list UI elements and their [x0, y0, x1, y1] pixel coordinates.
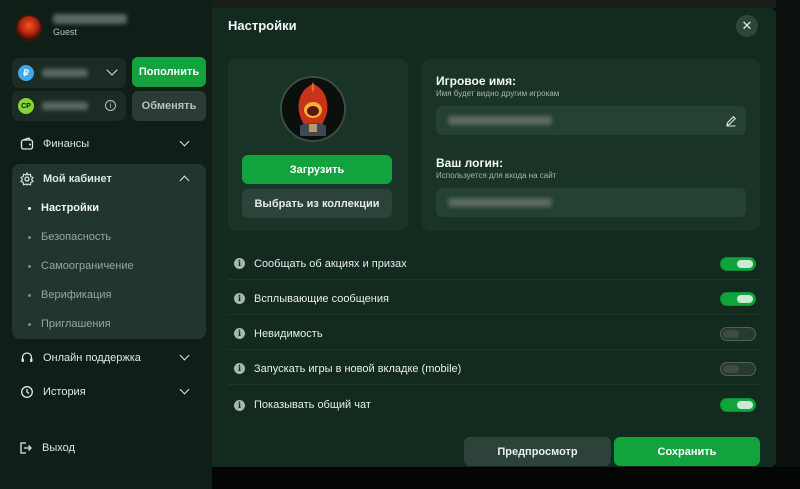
cp-coin-icon: CP — [18, 98, 34, 114]
nav-support-label: Онлайн поддержка — [43, 352, 141, 364]
toggle-knob — [737, 295, 753, 303]
info-icon[interactable]: i — [234, 293, 245, 304]
wallet-cp-amount-obscured — [42, 102, 88, 110]
toggle-knob — [737, 401, 753, 409]
bullet-icon — [28, 264, 31, 268]
chevron-up-icon — [179, 175, 190, 186]
toggle-switch-invisibility[interactable] — [720, 327, 756, 341]
wallet-cp: CP i — [12, 91, 126, 121]
login-field — [436, 188, 746, 217]
settings-modal: Настройки ✕ Загрузить Выбрать из коллекц… — [212, 8, 776, 467]
topup-button[interactable]: Пополнить — [132, 57, 206, 87]
nav-finance[interactable]: Финансы — [12, 129, 206, 159]
cabinet-item-label: Самоограничение — [41, 260, 134, 272]
wallet-icon — [20, 137, 34, 151]
toggle-switch-promotions[interactable] — [720, 257, 756, 271]
background-right — [776, 0, 800, 489]
game-name-value-obscured — [448, 116, 552, 125]
logout-button[interactable]: Выход — [18, 441, 75, 455]
info-icon[interactable]: i — [234, 399, 245, 411]
avatar-card: Загрузить Выбрать из коллекции — [228, 59, 408, 231]
toggle-knob — [737, 260, 753, 268]
game-name-label: Игровое имя: — [436, 74, 517, 88]
toggle-knob — [723, 365, 739, 373]
info-icon[interactable]: i — [234, 328, 245, 339]
toggle-label: Показывать общий чат — [254, 399, 371, 411]
cabinet-item-verification[interactable]: Верификация — [28, 289, 112, 301]
history-icon — [20, 385, 34, 399]
cabinet-item-label: Верификация — [41, 289, 112, 301]
preview-button[interactable]: Предпросмотр — [464, 437, 611, 466]
nav-history[interactable]: История — [12, 377, 206, 407]
info-icon[interactable]: i — [234, 363, 245, 374]
toggle-row-new-tab: i Запускать игры в новой вкладке (mobile… — [228, 353, 760, 385]
bullet-icon — [28, 235, 31, 239]
logout-icon — [18, 441, 32, 455]
user-avatar[interactable] — [15, 14, 43, 42]
wallet-rub-amount-obscured — [42, 69, 88, 77]
user-name-obscured — [53, 14, 127, 24]
background-footer — [210, 467, 800, 489]
upload-avatar-button[interactable]: Загрузить — [242, 155, 392, 184]
exchange-button[interactable]: Обменять — [132, 91, 206, 121]
choose-from-collection-button[interactable]: Выбрать из коллекции — [242, 189, 392, 218]
profile-avatar — [280, 76, 346, 142]
game-name-hint: Имя будет видно другим игрокам — [436, 89, 560, 98]
chevron-down-icon — [179, 350, 190, 361]
sidebar: Guest ₽ Пополнить CP i Обменять Финансы … — [0, 0, 212, 489]
cabinet-item-label: Безопасность — [41, 231, 112, 243]
cabinet-item-label: Настройки — [41, 202, 100, 214]
login-value-obscured — [448, 198, 552, 207]
game-name-field[interactable] — [436, 106, 746, 135]
chevron-down-icon — [106, 64, 118, 76]
cabinet-item-label: Приглашения — [41, 318, 111, 330]
toggle-label: Всплывающие сообщения — [254, 292, 389, 305]
logout-label: Выход — [42, 442, 75, 454]
bullet-icon — [28, 293, 31, 297]
nav-cabinet[interactable]: Мой кабинет — [12, 164, 206, 194]
nav-support[interactable]: Онлайн поддержка — [12, 343, 206, 373]
toggle-knob — [723, 330, 739, 338]
cabinet-item-self-limit[interactable]: Самоограничение — [28, 260, 134, 272]
nav-finance-label: Финансы — [43, 138, 90, 150]
cabinet-item-invitations[interactable]: Приглашения — [28, 318, 111, 330]
cabinet-item-security[interactable]: Безопасность — [28, 231, 111, 243]
info-icon[interactable]: i — [105, 100, 116, 111]
toggle-label: Сообщать об акциях и призах — [254, 257, 407, 270]
info-icon[interactable]: i — [234, 258, 245, 269]
toggle-switch-new-tab[interactable] — [720, 362, 756, 376]
toggle-row-promotions: i Сообщать об акциях и призах — [228, 248, 760, 280]
chevron-down-icon — [179, 136, 190, 147]
edit-pencil-icon[interactable] — [725, 114, 737, 127]
toggle-row-chat: i Показывать общий чат — [228, 389, 760, 421]
toggle-row-invisibility: i Невидимость — [228, 318, 760, 350]
app-window: Guest ₽ Пополнить CP i Обменять Финансы … — [0, 0, 800, 489]
chevron-down-icon — [179, 384, 190, 395]
toggle-label: Невидимость — [254, 327, 323, 340]
gear-icon — [20, 171, 34, 186]
modal-title: Настройки — [228, 18, 297, 33]
toggle-switch-popups[interactable] — [720, 292, 756, 306]
login-label: Ваш логин: — [436, 156, 504, 170]
cabinet-item-settings[interactable]: Настройки — [28, 202, 99, 214]
wallet-rub-select[interactable]: ₽ — [12, 58, 126, 88]
save-button[interactable]: Сохранить — [614, 437, 760, 466]
toggle-label: Запускать игры в новой вкладке (mobile) — [254, 362, 462, 375]
nav-history-label: История — [43, 386, 86, 398]
account-fields-card: Игровое имя: Имя будет видно другим игро… — [422, 59, 760, 231]
background-header — [210, 0, 800, 8]
login-hint: Используется для входа на сайт — [436, 171, 557, 180]
ruble-icon: ₽ — [18, 65, 34, 81]
nav-cabinet-label: Мой кабинет — [43, 173, 112, 185]
headset-icon — [20, 351, 34, 365]
toggle-switch-chat[interactable] — [720, 398, 756, 412]
bullet-icon — [28, 322, 31, 326]
close-icon[interactable]: ✕ — [736, 15, 758, 37]
bullet-icon — [28, 206, 31, 210]
toggle-row-popups: i Всплывающие сообщения — [228, 283, 760, 315]
user-status: Guest — [53, 27, 78, 37]
